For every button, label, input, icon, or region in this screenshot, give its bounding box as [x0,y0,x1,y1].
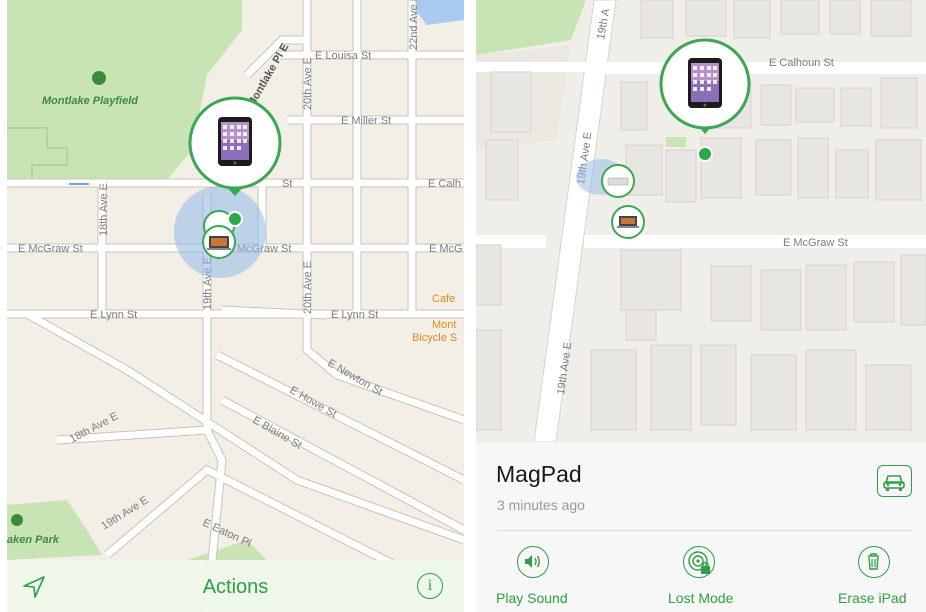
street-label: E Lynn St [331,309,378,321]
mac-mini-device-pin[interactable] [601,164,635,198]
street-label: E Miller St [341,115,391,127]
play-sound-label: Play Sound [496,590,568,606]
street-label: E Louisa St [315,50,371,62]
street-label: 20th Ave E [302,261,314,314]
street-label: E Eaton Pl [201,517,253,550]
street-label: E Calh [428,178,461,190]
trash-icon [858,546,890,578]
poi-label: Mont [432,319,456,331]
montlake-playfield-label: Montlake Playfield [42,95,138,107]
macbook-device-pin[interactable] [611,205,645,239]
device-info-card: MagPad 3 minutes ago Play Sound Lost Mod… [476,442,926,612]
overview-map[interactable]: Montlake Playfield aken Park E Louisa St… [7,0,464,612]
play-sound-button[interactable]: Play Sound [493,546,603,608]
detail-map[interactable]: 19th A E Calhoun St 19th Ave E E McGraw … [476,0,926,612]
lost-mode-button[interactable]: Lost Mode [654,546,764,608]
ipad-location-dot [697,146,713,162]
e-calhoun-road [604,62,926,74]
street-label: E Calhoun St [769,57,834,69]
street-label: 22nd Ave E [408,0,420,50]
street-label: 18th Ave E [98,183,110,236]
last-seen-time: 3 minutes ago [497,497,585,513]
erase-ipad-button[interactable]: Erase iPad [821,546,926,608]
street-label: 20th Ave E [302,57,314,110]
cafe-label: Cafe [432,293,455,305]
detail-map-canvas[interactable]: 19th A E Calhoun St 19th Ave E E McGraw … [476,0,926,442]
poi-label: Bicycle S [412,332,457,344]
overview-map-canvas[interactable]: Montlake Playfield aken Park E Louisa St… [7,0,464,612]
actions-button[interactable]: Actions [7,576,464,599]
lost-mode-lock-icon [683,546,715,578]
lost-mode-label: Lost Mode [668,590,734,606]
car-directions-icon[interactable] [877,465,912,497]
street-label: E Lynn St [90,309,137,321]
park-tree-icon [11,514,23,526]
divider [497,530,913,531]
street-label: E McG [429,243,463,255]
ipad-location-dot [227,211,243,227]
erase-ipad-label: Erase iPad [838,590,907,606]
small-park-area [187,540,267,560]
speaker-icon [517,546,549,578]
south-park-area [7,500,102,560]
device-name: MagPad [496,461,582,487]
street-label: E Howe St [288,384,339,420]
info-icon[interactable]: i [417,573,443,599]
oaken-park-label: aken Park [7,534,60,546]
park-tree-icon [92,71,106,85]
street-label: E McGraw St [18,243,83,255]
street-label: St [282,178,292,190]
bottom-toolbar: Actions i [7,560,464,612]
street-label: E Blaine St [251,414,304,452]
street-label: E McGraw St [783,237,848,249]
